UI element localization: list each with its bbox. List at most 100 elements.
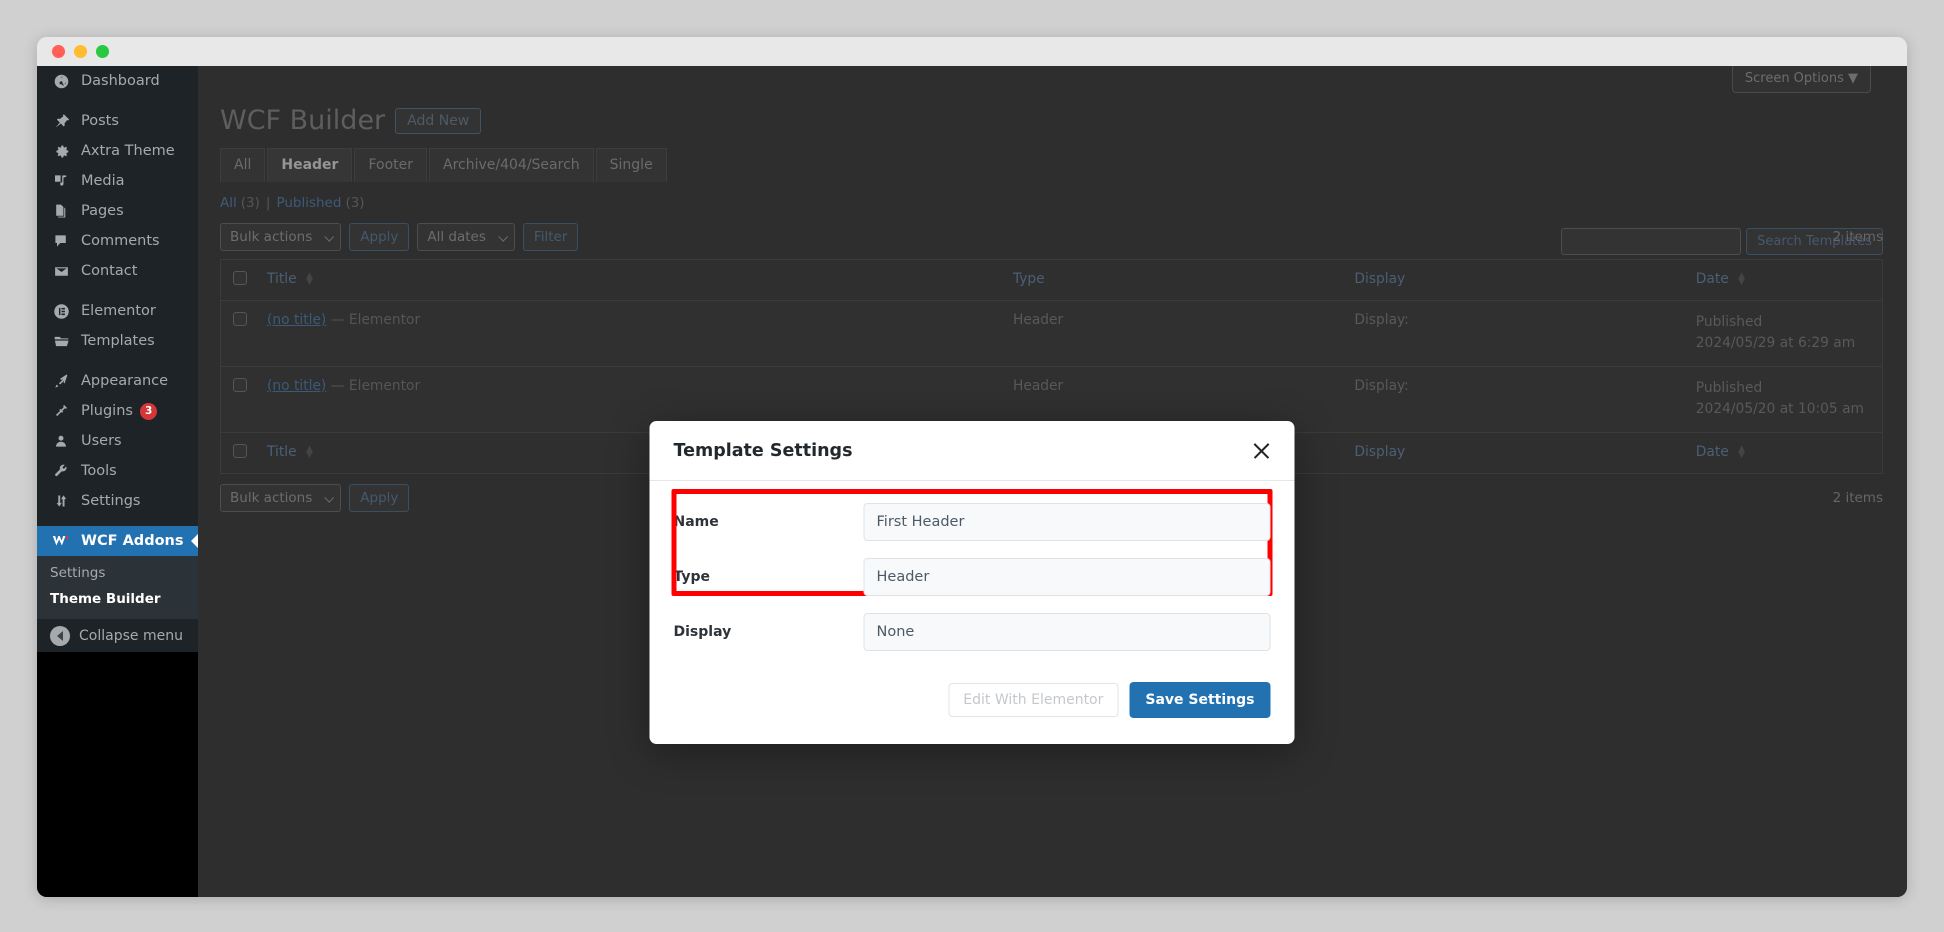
row-title-link[interactable]: (no title) [267,378,326,394]
pin-icon [50,111,72,131]
tab-all[interactable]: All [220,148,266,183]
column-display-label: Display [1354,271,1406,288]
name-input[interactable]: First Header [863,503,1271,541]
media-icon [50,171,72,191]
column-title-label: Title [267,271,297,288]
column-type-label: Type [1012,271,1045,288]
items-count-bottom: 2 items [1832,489,1883,506]
chevron-down-icon: ▼ [1848,71,1858,86]
submenu-item-theme-builder[interactable]: Theme Builder [37,586,198,612]
sidebar-item-axtra-theme[interactable]: Axtra Theme [37,136,198,166]
filter-button[interactable]: Filter [522,223,579,252]
row-select-cell [220,366,257,433]
sidebar-item-label: Tools [81,463,117,479]
tab-single[interactable]: Single [595,148,667,183]
bulk-actions-select-top[interactable]: Bulk actions [220,223,342,252]
sidebar-item-templates[interactable]: Templates [37,326,198,356]
column-header-title[interactable]: Title ▲ ▼ [257,259,1003,302]
sidebar-item-users[interactable]: Users [37,426,198,456]
sidebar-item-wcf-addons[interactable]: WCF Addons [37,526,198,556]
dashboard-icon [50,71,72,91]
column-header-type: Type [1002,259,1345,302]
sidebar-item-plugins[interactable]: Plugins 3 [37,396,198,426]
select-all-checkbox[interactable] [233,271,247,286]
row-checkbox[interactable] [233,312,247,327]
display-select[interactable]: None [863,613,1271,651]
sidebar-item-tools[interactable]: Tools [37,456,198,486]
collapse-menu-button[interactable]: Collapse menu [37,618,198,652]
save-settings-button[interactable]: Save Settings [1129,682,1271,718]
apply-button-top[interactable]: Apply [349,223,410,252]
column-footer-display: Display [1344,432,1686,474]
sort-indicator-icon[interactable]: ▲ ▼ [1738,272,1745,287]
sort-indicator-icon[interactable]: ▲ ▼ [1738,444,1745,459]
window-titlebar [37,37,1907,66]
add-new-button[interactable]: Add New [395,107,482,134]
row-display-cell: Display: [1344,300,1686,367]
sort-indicator-icon[interactable]: ▲ ▼ [306,272,313,287]
sidebar-item-contact[interactable]: Contact [37,256,198,286]
column-header-display: Display [1344,259,1686,302]
row-type-cell: Header [1002,300,1345,367]
sidebar-item-elementor[interactable]: Elementor [37,296,198,326]
sidebar-item-label: Comments [81,233,160,249]
row-title-cell: (no title) — Elementor [257,300,1003,367]
bulk-actions-select-bottom[interactable]: Bulk actions [220,483,342,512]
date-filter-label: All dates [427,229,486,246]
sidebar-item-comments[interactable]: Comments [37,226,198,256]
field-name: Name First Header [674,503,1271,541]
row-checkbox[interactable] [233,377,247,392]
status-link-published[interactable]: Published [276,195,341,211]
column-title-label: Title [267,443,297,460]
sidebar-item-media[interactable]: Media [37,166,198,196]
row-title-suffix: Elementor [348,377,421,394]
comment-icon [50,231,72,251]
apply-button-bottom[interactable]: Apply [349,483,410,512]
row-title-link[interactable]: (no title) [267,312,326,328]
field-display: Display None [674,613,1271,651]
wrench-icon [50,461,72,481]
sidebar-item-label: Users [81,433,122,449]
items-count-top: 2 items [1832,229,1883,246]
sidebar-item-label: Elementor [81,303,156,319]
column-header-date[interactable]: Date ▲ ▼ [1685,259,1883,302]
sidebar-item-posts[interactable]: Posts [37,106,198,136]
row-select-cell [220,300,257,367]
elementor-icon [50,301,72,321]
type-select[interactable]: Header [863,558,1271,596]
template-settings-modal: Template Settings Name First Header Type… [649,421,1295,744]
sort-indicator-icon[interactable]: ▲ ▼ [306,444,313,459]
modal-title: Template Settings [673,441,853,461]
tab-archive-404-search[interactable]: Archive/404/Search [429,148,594,183]
column-footer-date[interactable]: Date ▲ ▼ [1685,432,1883,474]
tab-header[interactable]: Header [267,148,353,183]
sidebar-item-appearance[interactable]: Appearance [37,366,198,396]
bulk-actions-label: Bulk actions [230,489,313,506]
submenu-item-settings[interactable]: Settings [37,560,198,586]
table-body: (no title) — Elementor Header Display: P… [220,300,1883,433]
sidebar-item-settings[interactable]: Settings [37,486,198,516]
sidebar-item-dashboard[interactable]: Dashboard [37,66,198,96]
status-link-all[interactable]: All [220,195,237,211]
browser-window: Dashboard Posts Axtra Theme Media Pages … [37,37,1907,897]
wcf-addons-submenu: Settings Theme Builder [37,556,198,618]
date-filter-select[interactable]: All dates [417,223,515,252]
sidebar-item-pages[interactable]: Pages [37,196,198,226]
edit-with-elementor-button[interactable]: Edit With Elementor [948,683,1119,717]
brush-icon [50,371,72,391]
sidebar-item-label: Contact [81,263,138,279]
plug-icon [50,401,72,421]
row-date-status: Published [1695,379,1763,396]
screen-options-toggle[interactable]: Screen Options ▼ [1731,66,1871,93]
wcf-logo-icon [50,531,72,551]
close-icon[interactable] [1251,440,1273,462]
select-all-checkbox-footer[interactable] [233,443,247,458]
tab-footer[interactable]: Footer [354,148,427,183]
window-close-button[interactable] [52,45,65,58]
window-minimize-button[interactable] [74,45,87,58]
row-display-cell: Display: [1344,366,1686,433]
bulk-actions-label: Bulk actions [230,229,313,246]
tablenav-top: Bulk actions Apply All dates Filter 2 it… [220,223,1883,252]
row-date-value: 2024/05/29 at 6:29 am [1695,335,1856,352]
window-zoom-button[interactable] [96,45,109,58]
